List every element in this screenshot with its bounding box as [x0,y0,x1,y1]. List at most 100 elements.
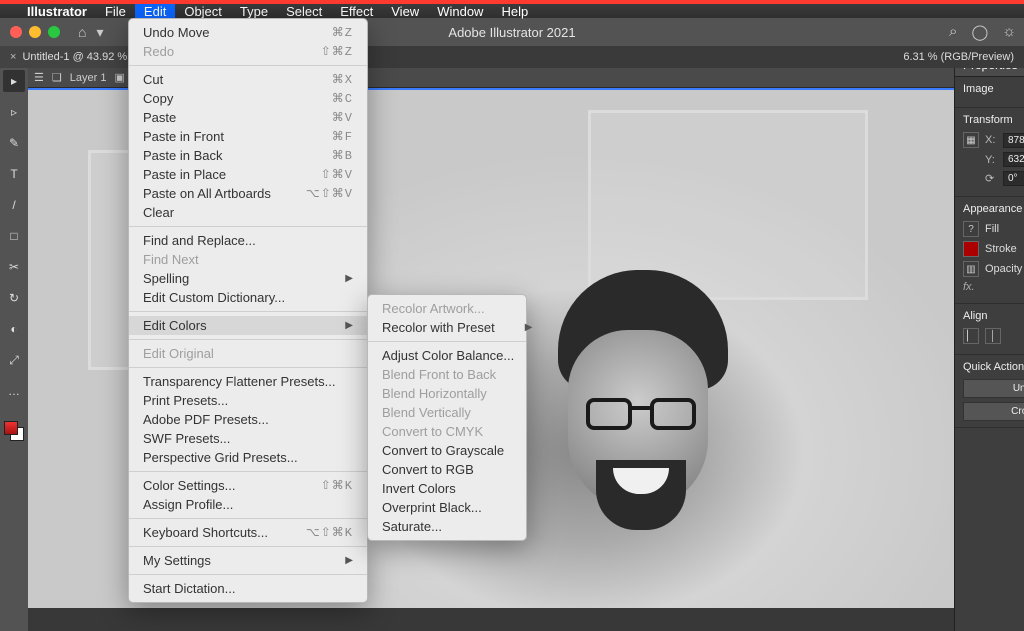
tool-3[interactable]: T [3,163,25,185]
fx-label[interactable]: fx. [963,281,975,293]
color-swatch[interactable] [4,421,24,441]
menu-item-label: Convert to RGB [382,462,474,477]
edit-colors-blend-vertically: Blend Vertically [368,403,526,422]
menubar-item-window[interactable]: Window [428,4,492,19]
menu-item-label: Paste [143,110,176,125]
edit-menu-color-settings[interactable]: Color Settings...⇧⌘K [129,476,367,495]
tool-strip: ▸ ▹ ✎ T / □ ✂ ↻ ◐ ⤢ … [0,46,28,631]
tool-7[interactable]: ↻ [3,287,25,309]
edit-colors-overprint-black[interactable]: Overprint Black... [368,498,526,517]
reference-point-icon[interactable]: ▦ [963,132,979,148]
fill-label: Fill [985,223,999,235]
menubar-item-select[interactable]: Select [277,4,331,19]
edit-menu-perspective-grid-presets[interactable]: Perspective Grid Presets... [129,448,367,467]
window-maximize-icon[interactable] [48,26,60,38]
fill-swatch-icon[interactable]: ? [963,221,979,237]
opacity-swatch-icon[interactable]: ▥ [963,261,979,277]
edit-menu-cut[interactable]: Cut⌘X [129,70,367,89]
edit-menu-copy[interactable]: Copy⌘C [129,89,367,108]
edit-menu-assign-profile[interactable]: Assign Profile... [129,495,367,514]
edit-menu-edit-colors[interactable]: Edit Colors▶ [129,316,367,335]
menubar-item-type[interactable]: Type [231,4,277,19]
menubar-item-file[interactable]: File [96,4,135,19]
menu-item-label: Transparency Flattener Presets... [143,374,335,389]
layers-icon[interactable]: ❏ [52,71,62,84]
tool-2[interactable]: ✎ [3,132,25,154]
edit-menu-edit-custom-dictionary[interactable]: Edit Custom Dictionary... [129,288,367,307]
menubar-item-effect[interactable]: Effect [331,4,382,19]
edit-menu-print-presets[interactable]: Print Presets... [129,391,367,410]
edit-menu-clear[interactable]: Clear [129,203,367,222]
x-input[interactable]: 878. [1003,133,1024,148]
menubar-item-edit[interactable]: Edit [135,4,175,19]
edit-colors-saturate[interactable]: Saturate... [368,517,526,536]
image-link-icon[interactable]: ▣ [114,71,124,84]
menubar-item-view[interactable]: View [382,4,428,19]
document-tab-secondary[interactable]: 6.31 % (RGB/Preview) [893,46,1024,68]
edit-menu-undo-move[interactable]: Undo Move⌘Z [129,23,367,42]
align-center-icon[interactable]: │ [985,328,1001,344]
edit-colors-convert-to-rgb[interactable]: Convert to RGB [368,460,526,479]
edit-menu-spelling[interactable]: Spelling▶ [129,269,367,288]
edit-menu-edit-original: Edit Original [129,344,367,363]
menu-item-label: Keyboard Shortcuts... [143,525,268,540]
edit-menu-paste[interactable]: Paste⌘V [129,108,367,127]
tool-5[interactable]: □ [3,225,25,247]
tool-9[interactable]: ⤢ [3,349,25,371]
edit-menu-transparency-flattener-presets[interactable]: Transparency Flattener Presets... [129,372,367,391]
search-icon[interactable]: ⌕ [949,23,957,41]
menu-shortcut: ⌘B [332,148,353,163]
tool-1[interactable]: ▹ [3,101,25,123]
edit-colors-invert-colors[interactable]: Invert Colors [368,479,526,498]
home-icon[interactable]: ⌂ [78,24,86,40]
tool-6[interactable]: ✂ [3,256,25,278]
edit-menu-paste-in-back[interactable]: Paste in Back⌘B [129,146,367,165]
tool-8[interactable]: ◐ [3,318,25,340]
edit-menu-start-dictation[interactable]: Start Dictation... [129,579,367,598]
traffic-lights [10,26,60,38]
edit-menu-paste-on-all-artboards[interactable]: Paste on All Artboards⌥⇧⌘V [129,184,367,203]
menubar-item-help[interactable]: Help [492,4,537,19]
window-minimize-icon[interactable] [29,26,41,38]
opacity-label: Opacity [985,263,1022,275]
y-input[interactable]: 632. [1003,152,1024,167]
tool-4[interactable]: / [3,194,25,216]
edit-menu-paste-in-front[interactable]: Paste in Front⌘F [129,127,367,146]
menu-item-label: Blend Vertically [382,405,471,420]
mac-menubar: Illustrator FileEditObjectTypeSelectEffe… [0,0,1024,18]
edit-menu-keyboard-shortcuts[interactable]: Keyboard Shortcuts...⌥⇧⌘K [129,523,367,542]
tool-0[interactable]: ▸ [3,70,25,92]
edit-menu-find-next: Find Next [129,250,367,269]
stroke-swatch-icon[interactable] [963,241,979,257]
user-icon[interactable]: ◯ [971,23,988,41]
menu-item-label: Color Settings... [143,478,236,493]
menubar-item-object[interactable]: Object [175,4,231,19]
edit-menu-paste-in-place[interactable]: Paste in Place⇧⌘V [129,165,367,184]
edit-menu-adobe-pdf-presets[interactable]: Adobe PDF Presets... [129,410,367,429]
unembed-button[interactable]: Unembed [963,379,1024,398]
edit-menu-my-settings[interactable]: My Settings▶ [129,551,367,570]
eye-icon[interactable]: ☰ [34,71,44,84]
menu-item-label: Find Next [143,252,199,267]
angle-input[interactable]: 0° [1003,171,1024,186]
align-left-icon[interactable]: ▏ [963,328,979,344]
edit-menu-find-and-replace[interactable]: Find and Replace... [129,231,367,250]
edit-colors-adjust-color-balance[interactable]: Adjust Color Balance... [368,346,526,365]
layer-label[interactable]: Layer 1 [70,72,107,84]
menu-separator [129,65,367,66]
menubar-app-name[interactable]: Illustrator [18,4,96,19]
edit-colors-convert-to-grayscale[interactable]: Convert to Grayscale [368,441,526,460]
submenu-arrow-icon: ▶ [345,555,353,566]
tool-10[interactable]: … [3,380,25,402]
nav-arrow-icon[interactable]: ▾ [96,24,103,41]
close-tab-icon[interactable]: × [10,51,16,63]
crop-image-button[interactable]: Crop Imag [963,402,1024,421]
edit-menu-swf-presets[interactable]: SWF Presets... [129,429,367,448]
edit-colors-recolor-artwork: Recolor Artwork... [368,299,526,318]
window-close-icon[interactable] [10,26,22,38]
menu-item-label: Saturate... [382,519,442,534]
edit-colors-recolor-with-preset[interactable]: Recolor with Preset▶ [368,318,526,337]
edit-colors-blend-front-to-back: Blend Front to Back [368,365,526,384]
idea-icon[interactable]: ☼ [1002,23,1016,41]
menu-shortcut: ⇧⌘V [321,167,353,182]
